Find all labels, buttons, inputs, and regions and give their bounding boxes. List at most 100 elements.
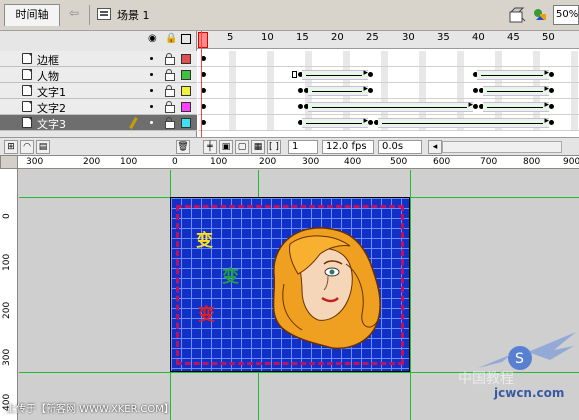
svg-text:S: S [515, 351, 524, 367]
visibility-dot[interactable] [150, 121, 153, 124]
outline-icon[interactable] [181, 34, 191, 44]
keyframe[interactable] [368, 88, 373, 93]
motion-tween [378, 116, 549, 128]
outline-color-swatch[interactable] [181, 70, 191, 80]
frame-number: 45 [507, 32, 520, 43]
scene-icon [97, 8, 111, 20]
frame-number: 50 [542, 32, 555, 43]
insert-layer-icon[interactable]: ⊞ [4, 140, 18, 154]
watermark-brand: 中国教程 [458, 371, 514, 387]
lock-icon[interactable]: 🔒 [165, 33, 177, 44]
lock-icon[interactable] [165, 101, 175, 113]
layer-icon [22, 117, 32, 128]
frame-number: 30 [402, 32, 415, 43]
watermark-site: jcwcn.com [494, 386, 565, 400]
modify-markers-icon[interactable]: [ ] [267, 140, 281, 154]
visibility-dot[interactable] [150, 105, 153, 108]
frame-grid[interactable] [198, 49, 579, 131]
insert-folder-icon[interactable]: ▤ [36, 140, 50, 154]
layer-name: 边框 [37, 54, 59, 67]
ruler-label: 300 [2, 348, 12, 366]
ruler-label: 200 [259, 157, 277, 167]
outline-color-swatch[interactable] [181, 118, 191, 128]
frame-number: 35 [437, 32, 450, 43]
motion-tween [483, 100, 549, 112]
keyframe[interactable] [473, 88, 478, 93]
keyframe[interactable] [549, 120, 554, 125]
onion-outline-icon[interactable]: ▢ [235, 140, 249, 154]
ruler-label: 400 [344, 157, 362, 167]
lock-icon[interactable] [165, 85, 175, 97]
timeline-tab[interactable]: 时间轴 [4, 4, 60, 26]
visibility-dot[interactable] [150, 89, 153, 92]
text-char[interactable]: 变 [196, 226, 213, 251]
frame-row[interactable] [198, 115, 579, 131]
frame-row[interactable] [198, 83, 579, 99]
frame-number: 15 [296, 32, 309, 43]
horizontal-ruler[interactable]: 300 200 100 0 100 200 300 400 500 600 70… [18, 155, 579, 169]
visibility-dot[interactable] [150, 73, 153, 76]
elapsed-time-field: 0.0s [378, 140, 422, 154]
layer-row[interactable]: 文字2 [0, 99, 197, 115]
edit-scene-icon[interactable] [508, 6, 526, 24]
ruler-label: 100 [120, 157, 138, 167]
keyframe[interactable] [549, 104, 554, 109]
ruler-label: 200 [2, 301, 12, 319]
frame-row[interactable] [198, 99, 579, 115]
motion-tween [308, 100, 473, 112]
layer-row[interactable]: 边框 [0, 51, 197, 67]
frame-row[interactable] [198, 51, 579, 67]
ruler-label: 600 [433, 157, 451, 167]
edit-symbol-icon[interactable] [532, 6, 550, 24]
keyframe[interactable] [368, 120, 373, 125]
trash-icon[interactable]: 🗑 [176, 140, 190, 154]
fps-field: 12.0 fps [322, 140, 374, 154]
ruler-label: 100 [210, 157, 228, 167]
layer-row-selected[interactable]: 文字3 [0, 115, 197, 131]
woman-portrait[interactable] [262, 224, 386, 352]
text-char[interactable]: 变 [222, 262, 239, 287]
layer-row[interactable]: 文字1 [0, 83, 197, 99]
keyframe[interactable] [549, 88, 554, 93]
keyframe[interactable] [292, 71, 297, 78]
text-char[interactable]: 变 [198, 300, 215, 325]
scroll-left-icon[interactable]: ◂ [428, 140, 442, 154]
eye-icon[interactable]: ◉ [148, 33, 157, 44]
add-guide-icon[interactable]: ◠ [20, 140, 34, 154]
horizontal-scrollbar[interactable] [442, 141, 562, 153]
keyframe[interactable] [549, 72, 554, 77]
outline-color-swatch[interactable] [181, 102, 191, 112]
outline-color-swatch[interactable] [181, 54, 191, 64]
layer-icon [22, 101, 32, 112]
lock-icon[interactable] [165, 117, 175, 129]
site-watermark: S 中国教程 jcwcn.com [458, 328, 578, 408]
motion-tween [477, 68, 549, 80]
current-frame-field: 1 [288, 140, 318, 154]
vertical-ruler[interactable]: 0 100 200 300 400 [0, 169, 18, 420]
pencil-icon [129, 117, 138, 129]
ruler-label: 800 [523, 157, 541, 167]
ruler-label: 700 [480, 157, 498, 167]
scene-label: 场景 1 [117, 9, 150, 22]
layer-row[interactable]: 人物 [0, 67, 197, 83]
visibility-dot[interactable] [150, 57, 153, 60]
onion-skin-icon[interactable]: ▣ [219, 140, 233, 154]
layer-icon [22, 69, 32, 80]
lock-icon[interactable] [165, 69, 175, 81]
center-frame-icon[interactable]: ╪ [203, 140, 217, 154]
keyframe[interactable] [298, 88, 303, 93]
layer-icon [22, 53, 32, 64]
keyframe[interactable] [473, 104, 478, 109]
outline-color-swatch[interactable] [181, 86, 191, 96]
guide-line[interactable] [410, 170, 411, 420]
lock-icon[interactable] [165, 53, 175, 65]
ruler-label: 300 [302, 157, 320, 167]
back-arrow-icon[interactable]: ⇦ [66, 6, 82, 22]
keyframe[interactable] [368, 72, 373, 77]
frame-row[interactable] [198, 67, 579, 83]
zoom-field[interactable]: 50% [553, 5, 579, 25]
edit-multiple-icon[interactable]: ▦ [251, 140, 265, 154]
layer-icon [22, 85, 32, 96]
timeline-topbar: 时间轴 ⇦ 场景 1 50% [0, 0, 579, 31]
keyframe[interactable] [298, 104, 303, 109]
